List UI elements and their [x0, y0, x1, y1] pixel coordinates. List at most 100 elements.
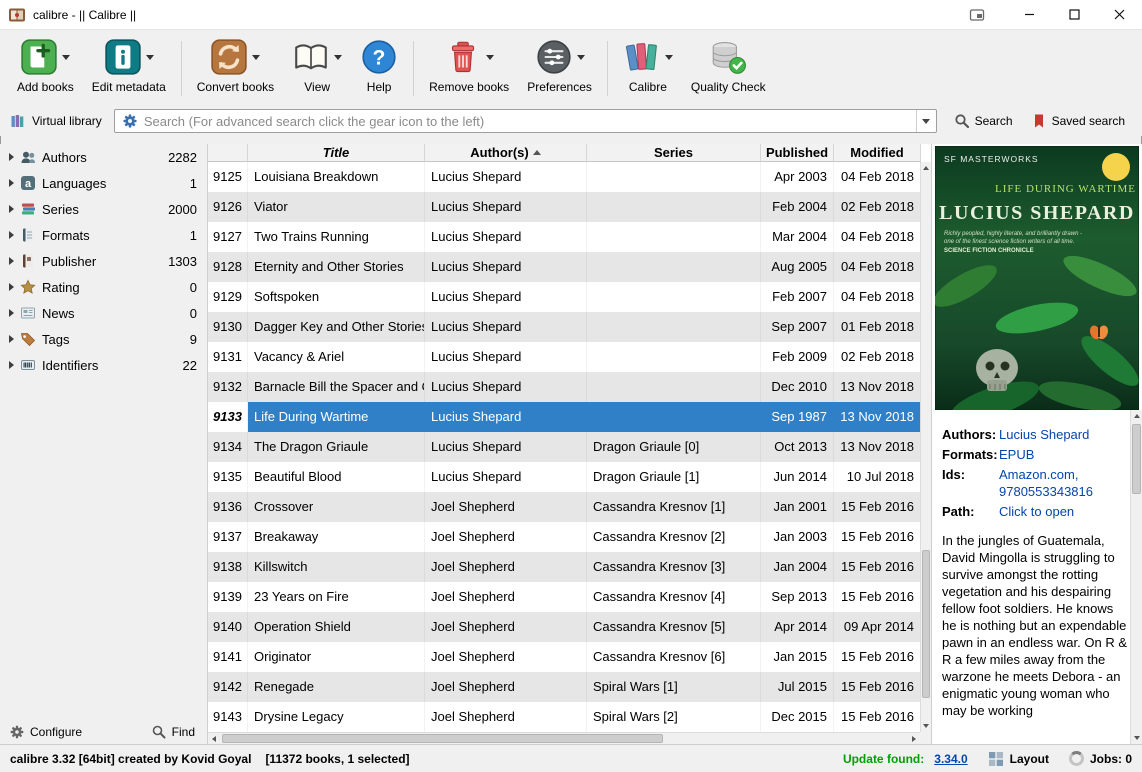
sidebar-item-series[interactable]: Series 2000 — [0, 196, 207, 222]
table-row[interactable]: 9133 Life During Wartime Lucius Shepard … — [208, 402, 921, 432]
table-row[interactable]: 9138 Killswitch Joel Shepherd Cassandra … — [208, 552, 921, 582]
update-version-link[interactable]: 3.34.0 — [934, 752, 967, 766]
layout-button[interactable]: Layout — [988, 751, 1049, 767]
table-horizontal-scrollbar[interactable] — [208, 732, 920, 744]
scroll-up-button[interactable] — [1131, 410, 1142, 422]
isbn-id-link[interactable]: 9780553343816 — [999, 484, 1093, 499]
table-row[interactable]: 9130 Dagger Key and Other Stories Lucius… — [208, 312, 921, 342]
header-authors[interactable]: Author(s) — [425, 144, 587, 161]
dropdown-arrow-icon[interactable] — [145, 54, 154, 60]
table-row[interactable]: 9135 Beautiful Blood Lucius Shepard Drag… — [208, 462, 921, 492]
table-row[interactable]: 9125 Louisiana Breakdown Lucius Shepard … — [208, 162, 921, 192]
modified-cell: 13 Nov 2018 — [834, 372, 921, 402]
search-button[interactable]: Search — [945, 111, 1022, 131]
virtual-library-button[interactable]: Virtual library — [8, 111, 110, 131]
format-link[interactable]: EPUB — [999, 446, 1128, 463]
header-series[interactable]: Series — [587, 144, 761, 161]
dropdown-arrow-icon[interactable] — [62, 54, 71, 60]
table-row[interactable]: 9141 Originator Joel Shepherd Cassandra … — [208, 642, 921, 672]
sidebar-item-languages[interactable]: a Languages 1 — [0, 170, 207, 196]
search-history-dropdown-icon[interactable] — [915, 110, 936, 132]
table-vertical-scrollbar[interactable] — [920, 162, 931, 732]
scroll-down-button[interactable] — [921, 720, 931, 732]
preferences-button[interactable]: Preferences — [518, 35, 601, 96]
table-row[interactable]: 9129 Softspoken Lucius Shepard Feb 2007 … — [208, 282, 921, 312]
dropdown-arrow-icon[interactable] — [334, 54, 343, 60]
sidebar-item-rating[interactable]: Rating 0 — [0, 274, 207, 300]
vertical-scroll-thumb[interactable] — [922, 549, 930, 698]
virtual-library-label: Virtual library — [32, 114, 102, 128]
details-scroll-thumb[interactable] — [1132, 424, 1141, 494]
series-cell: Cassandra Kresnov [1] — [587, 492, 761, 522]
edit-metadata-button[interactable]: Edit metadata — [83, 35, 175, 96]
books-count-text: [11372 books, 1 selected] — [265, 751, 410, 766]
search-row: Virtual library Search (For advanced sea… — [0, 106, 1142, 136]
amazon-id-link[interactable]: Amazon.com, — [999, 467, 1078, 482]
dropdown-arrow-icon[interactable] — [576, 54, 585, 60]
book-cover[interactable]: SF MASTERWORKS LIFE DURING WARTIME LUCIU… — [935, 146, 1139, 410]
authors-cell: Lucius Shepard — [425, 342, 587, 372]
search-input[interactable] — [139, 113, 916, 129]
titlebar-system-icon[interactable] — [969, 7, 985, 23]
sidebar-item-news[interactable]: News 0 — [0, 300, 207, 326]
expand-arrow-icon[interactable] — [9, 309, 14, 317]
sidebar-item-tags[interactable]: Tags 9 — [0, 326, 207, 352]
sidebar-item-count: 2282 — [168, 149, 197, 165]
find-button[interactable]: Find — [151, 724, 195, 740]
table-row[interactable]: 9132 Barnacle Bill the Spacer and Ot... … — [208, 372, 921, 402]
table-row[interactable]: 9143 Drysine Legacy Joel Shepherd Spiral… — [208, 702, 921, 732]
table-row[interactable]: 9126 Viator Lucius Shepard Feb 2004 02 F… — [208, 192, 921, 222]
quality-check-button[interactable]: Quality Check — [682, 35, 775, 96]
maximize-button[interactable] — [1052, 0, 1097, 30]
expand-arrow-icon[interactable] — [9, 231, 14, 239]
scroll-left-button[interactable] — [208, 733, 220, 744]
header-modified[interactable]: Modified — [834, 144, 921, 161]
dropdown-arrow-icon[interactable] — [486, 54, 495, 60]
table-row[interactable]: 9137 Breakaway Joel Shepherd Cassandra K… — [208, 522, 921, 552]
table-row[interactable]: 9142 Renegade Joel Shepherd Spiral Wars … — [208, 672, 921, 702]
advanced-search-gear-icon[interactable] — [120, 111, 140, 131]
table-row[interactable]: 9134 The Dragon Griaule Lucius Shepard D… — [208, 432, 921, 462]
jobs-button[interactable]: Jobs: 0 — [1068, 751, 1132, 766]
sidebar-item-formats[interactable]: Formats 1 — [0, 222, 207, 248]
table-row[interactable]: 9127 Two Trains Running Lucius Shepard M… — [208, 222, 921, 252]
dropdown-arrow-icon[interactable] — [252, 54, 261, 60]
scroll-right-button[interactable] — [908, 733, 920, 744]
expand-arrow-icon[interactable] — [9, 179, 14, 187]
view-button[interactable]: View — [283, 35, 351, 96]
expand-arrow-icon[interactable] — [9, 335, 14, 343]
minimize-button[interactable] — [1007, 0, 1052, 30]
table-row[interactable]: 9128 Eternity and Other Stories Lucius S… — [208, 252, 921, 282]
calibre-library-button[interactable]: Calibre — [614, 35, 682, 96]
close-button[interactable] — [1097, 0, 1142, 30]
details-scrollbar[interactable] — [1130, 410, 1142, 744]
saved-search-button[interactable]: Saved search — [1022, 111, 1134, 131]
help-button[interactable]: ? Help — [351, 35, 407, 96]
sidebar-item-identifiers[interactable]: Identifiers 22 — [0, 352, 207, 378]
header-title[interactable]: Title — [248, 144, 425, 161]
dropdown-arrow-icon[interactable] — [664, 54, 673, 60]
expand-arrow-icon[interactable] — [9, 283, 14, 291]
path-link[interactable]: Click to open — [999, 503, 1128, 520]
table-row[interactable]: 9139 23 Years on Fire Joel Shepherd Cass… — [208, 582, 921, 612]
scroll-up-button[interactable] — [921, 162, 931, 174]
sidebar-item-publisher[interactable]: Publisher 1303 — [0, 248, 207, 274]
expand-arrow-icon[interactable] — [9, 257, 14, 265]
scroll-down-button[interactable] — [1131, 732, 1142, 744]
sidebar-item-authors[interactable]: Authors 2282 — [0, 144, 207, 170]
configure-button[interactable]: Configure — [9, 724, 82, 740]
expand-arrow-icon[interactable] — [9, 153, 14, 161]
remove-books-button[interactable]: Remove books — [420, 35, 518, 96]
author-link[interactable]: Lucius Shepard — [999, 426, 1128, 443]
header-published[interactable]: Published — [761, 144, 834, 161]
add-books-button[interactable]: Add books — [8, 35, 83, 96]
table-row[interactable]: 9140 Operation Shield Joel Shepherd Cass… — [208, 612, 921, 642]
expand-arrow-icon[interactable] — [9, 361, 14, 369]
convert-books-button[interactable]: Convert books — [188, 35, 283, 96]
add-books-icon — [21, 39, 58, 75]
expand-arrow-icon[interactable] — [9, 205, 14, 213]
table-row[interactable]: 9136 Crossover Joel Shepherd Cassandra K… — [208, 492, 921, 522]
table-row[interactable]: 9131 Vacancy & Ariel Lucius Shepard Feb … — [208, 342, 921, 372]
horizontal-scroll-thumb[interactable] — [222, 734, 664, 743]
series-cell: Dragon Griaule [1] — [587, 462, 761, 492]
